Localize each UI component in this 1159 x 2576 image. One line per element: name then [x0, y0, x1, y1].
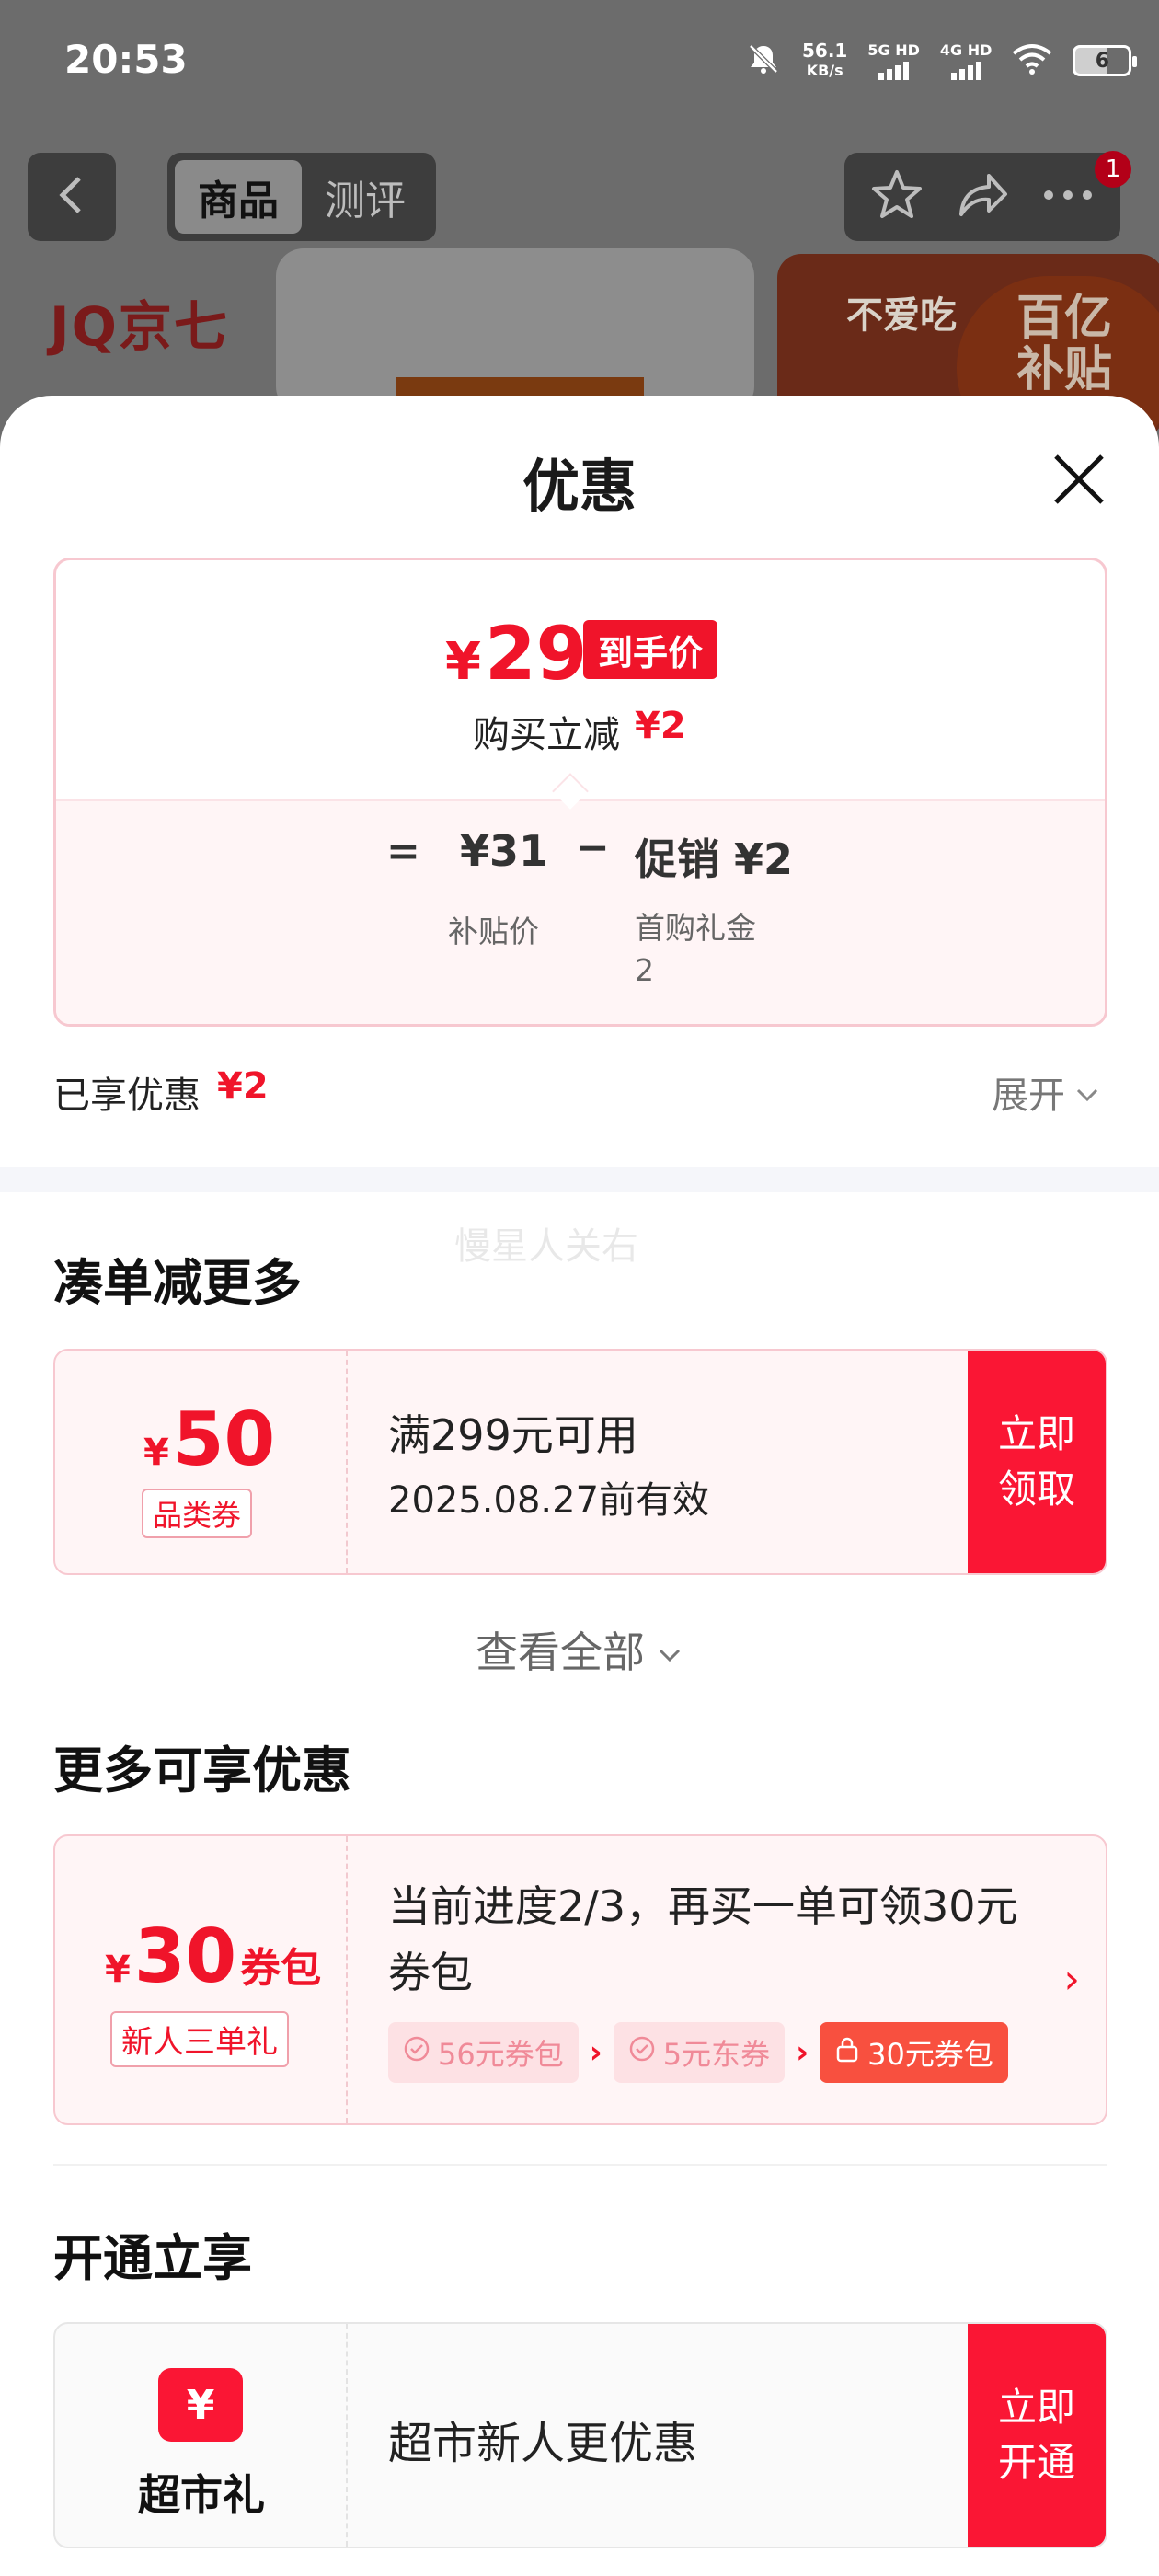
tab-product[interactable]: 商品 — [175, 160, 302, 234]
chevron-right-icon: › — [589, 2034, 602, 2071]
open-membership-button[interactable]: 立即开通 — [968, 2324, 1106, 2547]
product-tabs: 商品 测评 — [167, 153, 436, 241]
section-divider — [0, 1167, 1159, 1192]
ad-banner-text: 不爱吃 — [846, 294, 957, 337]
pack-step-1: 56元券包 — [388, 2022, 579, 2083]
sim2-label: 4G HD — [939, 41, 993, 59]
status-bar: 20:53 56.1 KB/s 5G HD 4G HD 6 — [0, 0, 1159, 129]
pack-step-label: 30元券包 — [867, 2037, 993, 2072]
star-icon[interactable] — [868, 167, 925, 227]
claim-coupon-label: 立即领取 — [997, 1411, 1075, 1512]
chevron-down-icon — [656, 1625, 683, 1674]
promo-caption-line1: 首购礼金 — [635, 910, 756, 946]
enjoyed-discount: 已享优惠 ¥2 — [53, 1065, 269, 1119]
back-icon — [53, 173, 90, 221]
promo-discount: 促销 ¥2 — [635, 834, 794, 884]
claim-coupon-button[interactable]: 立即领取 — [968, 1351, 1106, 1573]
battery-icon: 6 — [1073, 45, 1138, 76]
expand-button[interactable]: 展开 — [992, 1065, 1100, 1119]
sheet-title: 优惠 — [522, 453, 637, 520]
gift-description: 超市新人更优惠 — [388, 2418, 698, 2469]
top-actions — [844, 153, 1120, 241]
watermark: 慢星人关右 — [454, 1225, 638, 1268]
coupon-validity: 2025.08.27前有效 — [388, 1479, 710, 1522]
final-price-currency: ¥ — [445, 632, 481, 692]
share-icon[interactable] — [954, 167, 1011, 227]
pack-step-2: 5元东券 — [613, 2022, 786, 2083]
instant-reduction: 购买立减 ¥2 — [473, 705, 686, 758]
supermarket-gift-card: ¥ 超市礼 超市新人更优惠 立即开通 — [53, 2322, 1107, 2548]
tab-review[interactable]: 测评 — [302, 160, 429, 234]
sim1-signal: 5G HD — [867, 41, 920, 80]
wifi-icon — [1012, 42, 1052, 79]
signal-bars-icon — [950, 62, 981, 80]
instant-reduction-label: 购买立减 — [473, 714, 620, 756]
brand-logo: JQ京七 — [50, 295, 229, 358]
sim1-label: 5G HD — [867, 41, 920, 59]
chevron-right-icon: › — [796, 2034, 809, 2071]
section-title-open: 开通立享 — [53, 2229, 252, 2287]
pack-step-label: 5元东券 — [662, 2037, 771, 2072]
view-all-label: 查看全部 — [476, 1627, 645, 1677]
enjoyed-discount-value: ¥2 — [217, 1065, 269, 1108]
expand-label: 展开 — [992, 1075, 1065, 1117]
section-title-combine: 凑单减更多 — [53, 1254, 302, 1312]
status-icons: 56.1 KB/s 5G HD 4G HD 6 — [745, 35, 1138, 86]
pack-step-label: 56元券包 — [438, 2037, 564, 2072]
equals-sign: = — [386, 828, 420, 875]
coupon-condition: 满299元可用 — [388, 1410, 638, 1460]
section-separator — [53, 2164, 1107, 2166]
subsidy-badge: 百亿 补贴 — [1016, 293, 1112, 396]
subsidy-price-caption: 补贴价 — [448, 914, 539, 949]
network-speed-value: 56.1 — [802, 40, 848, 62]
promo-caption: 首购礼金 2 — [635, 907, 756, 992]
network-speed-unit: KB/s — [806, 62, 843, 79]
final-price-value: 29 — [484, 611, 588, 696]
pack-tag: 新人三单礼 — [110, 2011, 289, 2067]
pack-amount-value: 30 — [133, 1914, 237, 1999]
subsidy-badge-line1: 百亿 — [1016, 291, 1113, 346]
enjoyed-discount-label: 已享优惠 — [53, 1075, 201, 1117]
section-title-more: 更多可享优惠 — [53, 1742, 351, 1800]
battery-level: 6 — [1095, 49, 1110, 73]
sim2-signal: 4G HD — [939, 41, 993, 80]
gift-label: 超市礼 — [138, 2470, 265, 2520]
network-speed: 56.1 KB/s — [802, 40, 847, 81]
check-circle-icon — [628, 2035, 656, 2070]
final-price: ¥ 29 — [445, 611, 587, 696]
pack-currency: ¥ — [105, 1949, 131, 1991]
open-membership-label: 立即开通 — [997, 2385, 1075, 2485]
minus-sign: − — [576, 824, 610, 871]
coupon-type-tag: 品类券 — [142, 1489, 253, 1538]
notification-badge: 1 — [1095, 151, 1131, 188]
pack-unit: 券包 — [240, 1945, 322, 1992]
check-circle-icon — [403, 2035, 430, 2070]
close-icon — [1047, 454, 1111, 515]
mute-icon — [745, 40, 782, 81]
signal-bars-icon — [878, 62, 910, 80]
final-price-tag: 到手价 — [583, 620, 718, 679]
chevron-right-icon: › — [1063, 1956, 1080, 2003]
lock-icon — [834, 2035, 860, 2070]
pack-amount: ¥ 30 券包 — [105, 1914, 321, 1999]
close-button[interactable] — [1047, 447, 1111, 512]
promo-caption-line2: 2 — [635, 952, 654, 988]
pack-progress-text: 当前进度2/3，再买一单可领30元券包 — [388, 1881, 1018, 1997]
chevron-down-icon — [1074, 1071, 1100, 1113]
coupon-amount: ¥ 50 — [143, 1397, 275, 1482]
coupon-amount-value: 50 — [172, 1397, 276, 1482]
coupon-currency: ¥ — [143, 1432, 169, 1474]
pack-steps: 56元券包 › 5元东券 › 30元券包 — [388, 2022, 1008, 2083]
view-all-button[interactable]: 查看全部 — [0, 1619, 1159, 1680]
subsidy-price: ¥31 — [460, 826, 549, 876]
category-coupon: ¥ 50 品类券 满299元可用 2025.08.27前有效 立即领取 — [53, 1349, 1107, 1575]
yuan-ticket-icon: ¥ — [158, 2368, 243, 2442]
instant-reduction-value: ¥2 — [635, 705, 686, 747]
status-time: 20:53 — [64, 37, 188, 82]
more-icon[interactable] — [1039, 186, 1096, 208]
back-button[interactable] — [28, 153, 116, 241]
pack-step-3: 30元券包 — [820, 2022, 1008, 2083]
coupon-pack-card[interactable]: ¥ 30 券包 新人三单礼 当前进度2/3，再买一单可领30元券包 56元券包 … — [53, 1834, 1107, 2125]
subsidy-badge-line2: 补贴 — [1016, 342, 1113, 397]
